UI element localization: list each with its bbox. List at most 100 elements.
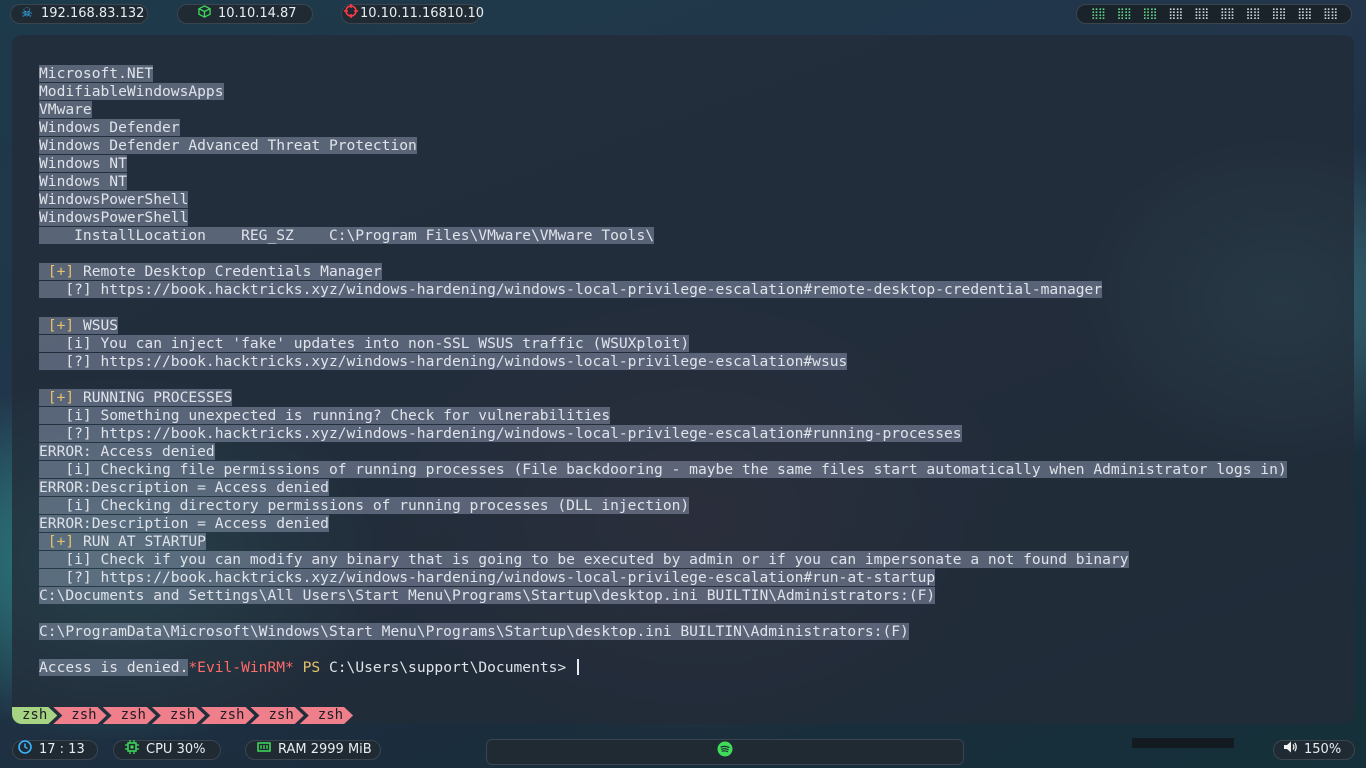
line-text: InstallLocation REG_SZ C:\Program Files\… <box>39 227 655 244</box>
terminal-line: InstallLocation REG_SZ C:\Program Files\… <box>39 227 1287 245</box>
terminal-line: C:\ProgramData\Microsoft\Windows\Start M… <box>39 623 1287 641</box>
terminal-line: VMware <box>39 101 1287 119</box>
terminal-line: ERROR:Description = Access denied <box>39 479 1287 497</box>
line-tag: [+] RUNNING PROCESSES <box>39 389 233 406</box>
clock-svg <box>18 740 32 754</box>
line-text: [?] https://book.hacktricks.xyz/windows-… <box>39 569 936 586</box>
tab-label: zsh <box>268 707 294 723</box>
volume-text: 150% <box>1304 742 1342 757</box>
terminal-line: [i] Checking directory permissions of ru… <box>39 497 1287 515</box>
terminal-output[interactable]: Microsoft.NET ModifiableWindowsApps VMwa… <box>39 65 1287 677</box>
terminal-line: WindowsPowerShell <box>39 191 1287 209</box>
tab-zsh-6[interactable]: zsh <box>250 707 303 724</box>
workspace-2[interactable]: ⣿⣿ <box>1117 5 1132 23</box>
ram-svg <box>257 742 271 752</box>
workspace-10[interactable]: ⣿⣿ <box>1323 5 1338 23</box>
terminal-line: ERROR: Access denied <box>39 443 1287 461</box>
tab-zsh-1[interactable]: zsh <box>12 707 57 724</box>
workspace-6-glyph-b: ⣿ <box>1226 7 1235 20</box>
line-text: ModifiableWindowsApps <box>39 83 224 100</box>
workspace-4-glyph-b: ⣿ <box>1175 7 1183 20</box>
cpu-svg <box>125 740 139 754</box>
clock-text: 17 : 13 <box>39 742 85 757</box>
workspace-9-glyph-b: ⣿ <box>1304 7 1312 20</box>
line-text: WindowsPowerShell <box>39 191 189 208</box>
tab-zsh-5[interactable]: zsh <box>201 707 254 724</box>
terminal-line: [+] RUN AT STARTUP <box>39 533 1287 551</box>
line-text: Microsoft.NET <box>39 65 154 82</box>
tab-zsh-7[interactable]: zsh <box>300 707 353 724</box>
tab-label: zsh <box>71 707 97 723</box>
line-text: [i] Checking directory permissions of ru… <box>39 497 690 514</box>
terminal-line: Windows Defender <box>39 119 1287 137</box>
vpn-ip-widget[interactable]: ☠ 192.168.83.132 <box>10 4 148 24</box>
tab-zsh-3[interactable]: zsh <box>103 707 156 724</box>
workspace-9[interactable]: ⣿⣿ <box>1297 5 1312 23</box>
line-text: Windows Defender <box>39 119 180 136</box>
workspace-1-glyph-b: ⣿ <box>1097 7 1106 20</box>
line-tag: [+] WSUS <box>39 317 119 334</box>
terminal-line: [+] Remote Desktop Credentials Manager <box>39 263 1287 281</box>
skull-icon: ☠ <box>21 6 33 21</box>
tab-label: zsh <box>22 707 48 723</box>
vpn-ip-text: 192.168.83.132 <box>41 6 145 21</box>
prompt-prefix: Access is denied. <box>39 659 189 676</box>
spotify-svg <box>717 741 733 757</box>
terminal-line: [+] RUNNING PROCESSES <box>39 389 1287 407</box>
line-tag: [+] RUN AT STARTUP <box>39 533 206 550</box>
section-tag: [+] <box>39 389 75 406</box>
target-ip-text: 10.10.11.16810.10 <box>360 6 485 21</box>
terminal-line: Windows NT <box>39 155 1287 173</box>
tab-zsh-2[interactable]: zsh <box>53 707 106 724</box>
workspace-switcher[interactable]: ⣿⣿ ⣿⣿ ⣿⣿ ⣿⣿ ⣿⣿ ⣿⣿ ⣿⣿ ⣿⣿ ⣿⣿ ⣿⣿ <box>1076 4 1352 24</box>
workspace-7[interactable]: ⣿⣿ <box>1246 5 1261 23</box>
ram-widget[interactable]: RAM 2999 MiB <box>245 740 381 760</box>
line-text: [?] https://book.hacktricks.xyz/windows-… <box>39 425 962 442</box>
terminal-line: Windows NT <box>39 173 1287 191</box>
line-text: ERROR: Access denied <box>39 443 215 460</box>
prompt-line[interactable]: Access is denied.*Evil-WinRM* PS C:\User… <box>39 659 1287 677</box>
speaker-icon <box>1282 740 1298 760</box>
workspace-4[interactable]: ⣿⣿ <box>1168 5 1183 23</box>
line-text: [i] Check if you can modify any binary t… <box>39 551 1129 568</box>
line-text: Windows Defender Advanced Threat Protect… <box>39 137 417 154</box>
spotify-icon[interactable] <box>717 741 733 763</box>
line-text: Windows NT <box>39 173 127 190</box>
ram-icon <box>256 740 272 760</box>
workspace-5[interactable]: ⣿⣿ <box>1194 5 1209 23</box>
terminal-line: [?] https://book.hacktricks.xyz/windows-… <box>39 569 1287 587</box>
ram-text: RAM 2999 MiB <box>278 742 372 757</box>
terminal-window[interactable]: Microsoft.NET ModifiableWindowsApps VMwa… <box>12 35 1354 724</box>
workspace-3[interactable]: ⣿⣿ <box>1142 5 1157 23</box>
section-tag: [+] <box>39 533 75 550</box>
workspace-5-glyph-b: ⣿ <box>1201 7 1209 20</box>
clock-widget[interactable]: 17 : 13 <box>12 740 98 760</box>
line-text: [i] You can inject 'fake' updates into n… <box>39 335 690 352</box>
clock-icon <box>17 740 33 760</box>
workspace-10-glyph-a: ⣿ <box>1323 7 1331 20</box>
workspace-3-glyph-b: ⣿ <box>1149 7 1157 20</box>
terminal-line: ERROR:Description = Access denied <box>39 515 1287 533</box>
text-cursor <box>577 659 580 675</box>
workspace-1[interactable]: ⣿⣿ <box>1091 5 1106 23</box>
terminal-line: [?] https://book.hacktricks.xyz/windows-… <box>39 353 1287 371</box>
volume-widget[interactable]: 150% <box>1273 740 1355 760</box>
section-tag: [+] <box>39 317 75 334</box>
cube-svg <box>197 4 211 18</box>
ps-label: PS <box>302 659 321 676</box>
terminal-line: [?] https://book.hacktricks.xyz/windows-… <box>39 281 1287 299</box>
local-ip-text: 10.10.14.87 <box>218 6 297 21</box>
target-ip-widget[interactable]: 10.10.11.16810.10 <box>341 4 484 24</box>
workspace-6[interactable]: ⣿⣿ <box>1220 5 1235 23</box>
tab-zsh-4[interactable]: zsh <box>152 707 205 724</box>
workspace-8[interactable]: ⣿⣿ <box>1271 5 1286 23</box>
cpu-widget[interactable]: CPU 30% <box>113 740 221 760</box>
tmux-tab-bar: zsh zsh zsh zsh zsh zsh zsh <box>12 707 349 724</box>
workspace-7-glyph-b: ⣿ <box>1252 7 1261 20</box>
media-player-widget[interactable] <box>486 739 964 765</box>
local-ip-widget[interactable]: 10.10.14.87 <box>177 4 313 24</box>
